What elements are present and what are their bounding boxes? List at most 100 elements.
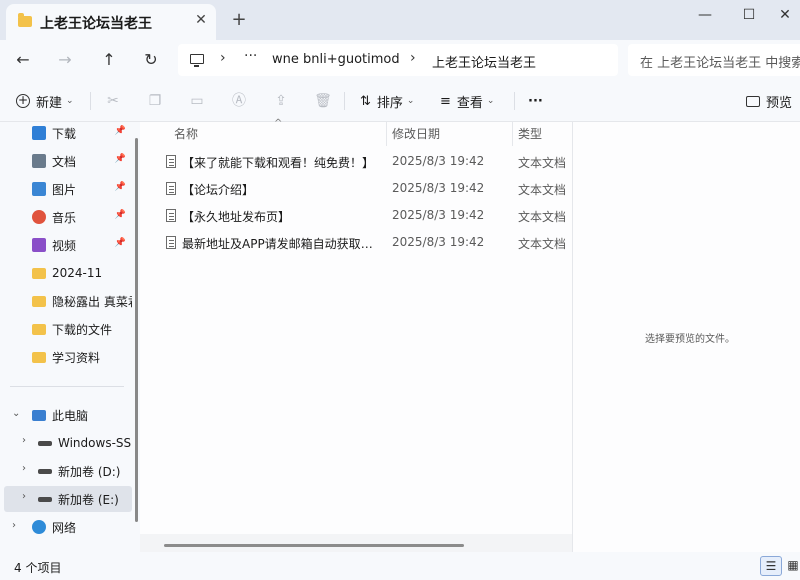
sidebar-item-drive[interactable]: › 新加卷 (D:)	[4, 458, 132, 484]
sidebar-item-quick-access[interactable]: 隐秘露出 真菜君	[4, 288, 132, 314]
sidebar-item-quick-access[interactable]: 下载 📌	[4, 122, 132, 146]
drive-icon	[38, 468, 52, 474]
sidebar-item-quick-access[interactable]: 音乐 📌	[4, 204, 132, 230]
text-document-icon	[166, 182, 176, 195]
tab-title: 上老王论坛当老王	[40, 16, 152, 32]
sidebar-item-label: 视频	[52, 238, 77, 253]
sidebar-item-drive[interactable]: › Windows-SSD	[4, 430, 132, 456]
file-list: ^ 名称 修改日期 类型 【来了就能下载和观看！纯免费！】 2025/8/3 19…	[140, 118, 572, 552]
drive-icon	[38, 496, 52, 502]
sidebar-item-label: 下载	[52, 126, 77, 141]
sidebar-divider	[10, 386, 124, 387]
sidebar-item-drive[interactable]: › 新加卷 (E:)	[4, 486, 132, 512]
delete-icon[interactable]: 🗑	[314, 92, 332, 110]
computer-icon	[32, 409, 46, 421]
address-bar[interactable]: › ··· wne bnli+guotimod › 上老王论坛当老王	[178, 44, 618, 76]
sidebar-item-quick-access[interactable]: 下载的文件	[4, 316, 132, 342]
folder-icon	[32, 267, 46, 279]
rename-icon[interactable]: Ⓐ	[230, 92, 248, 110]
file-row[interactable]: 最新地址及APP请发邮箱自动获取！... 2025/8/3 19:42 文本文档	[160, 232, 570, 259]
close-window-button[interactable]: ✕	[770, 4, 800, 26]
sidebar-item-this-pc[interactable]: ⌄ 此电脑	[4, 402, 132, 428]
details-view-button[interactable]: ☰	[760, 556, 782, 576]
download-icon	[32, 126, 46, 140]
column-header-date[interactable]: 修改日期	[392, 124, 440, 150]
sidebar-item-label: 下载的文件	[52, 322, 113, 337]
view-label: 查看	[456, 95, 483, 111]
status-bar: 4 个项目 ☰ ▦	[0, 552, 800, 580]
tab-close-button[interactable]: ✕	[192, 11, 210, 29]
file-date: 2025/8/3 19:42	[392, 181, 485, 195]
breadcrumb-overflow-button[interactable]: ···	[244, 48, 257, 64]
breadcrumb-item[interactable]: wne bnli+guotimod	[272, 52, 400, 67]
breadcrumb-item-current[interactable]: 上老王论坛当老王	[432, 52, 536, 71]
up-button[interactable]: ↑	[96, 48, 122, 72]
pin-icon: 📌	[114, 126, 126, 136]
new-tab-button[interactable]: +	[228, 10, 250, 32]
horizontal-scrollbar-track[interactable]	[140, 534, 572, 552]
maximize-button[interactable]: ☐	[734, 4, 764, 26]
sidebar-item-network[interactable]: › 网络	[4, 514, 132, 540]
this-pc-icon[interactable]	[190, 54, 204, 67]
sidebar-item-label: 网络	[52, 520, 77, 535]
breadcrumb-separator-icon[interactable]: ›	[220, 50, 226, 66]
network-icon	[32, 520, 46, 534]
sidebar-item-quick-access[interactable]: 2024-11	[4, 260, 132, 286]
divider	[90, 92, 91, 110]
file-type: 文本文档	[518, 156, 567, 170]
refresh-button[interactable]: ↻	[138, 48, 164, 72]
chevron-right-icon[interactable]: ›	[22, 435, 26, 446]
copy-icon[interactable]: ❐	[146, 92, 164, 110]
file-row[interactable]: 【论坛介绍】 2025/8/3 19:42 文本文档	[160, 178, 570, 205]
chevron-right-icon[interactable]: ›	[22, 463, 26, 474]
sidebar-item-label: 音乐	[52, 210, 77, 225]
sort-label: 排序	[376, 95, 403, 111]
share-icon[interactable]: ⇪	[272, 92, 290, 110]
sidebar-item-label: 文档	[52, 154, 77, 169]
pin-icon: 📌	[114, 182, 126, 192]
chevron-right-icon[interactable]: ›	[22, 491, 26, 502]
forward-button[interactable]: →	[52, 48, 78, 72]
pin-icon: 📌	[114, 238, 126, 248]
documents-icon	[32, 154, 46, 168]
chevron-down-icon[interactable]: ⌄	[12, 408, 20, 419]
file-name: 【论坛介绍】	[182, 183, 255, 197]
back-button[interactable]: ←	[10, 48, 36, 72]
file-row[interactable]: 【永久地址发布页】 2025/8/3 19:42 文本文档	[160, 205, 570, 232]
tiles-view-button[interactable]: ▦	[782, 556, 800, 576]
breadcrumb-separator-icon[interactable]: ›	[410, 50, 416, 66]
minimize-button[interactable]: —	[690, 4, 720, 26]
column-divider[interactable]	[512, 122, 513, 146]
preview-pane-button[interactable]: 预览	[746, 90, 792, 112]
sidebar-scrollbar[interactable]	[135, 138, 138, 522]
sidebar-item-quick-access[interactable]: 文档 📌	[4, 148, 132, 174]
view-icon: ≡	[440, 93, 451, 109]
tab-current-folder[interactable]: 上老王论坛当老王 ✕	[6, 4, 216, 40]
search-placeholder: 在 上老王论坛当老王 中搜索	[640, 56, 800, 71]
sidebar-item-quick-access[interactable]: 学习资料	[4, 344, 132, 370]
new-button[interactable]: + 新建 ⌄	[16, 90, 74, 112]
horizontal-scrollbar-thumb[interactable]	[164, 544, 464, 547]
pin-icon: 📌	[114, 154, 126, 164]
sidebar-item-label: 隐秘露出 真菜君	[52, 294, 132, 309]
column-header-name[interactable]: 名称	[174, 124, 198, 150]
file-row[interactable]: 【来了就能下载和观看！纯免费！】 2025/8/3 19:42 文本文档	[160, 151, 570, 178]
search-input[interactable]: 在 上老王论坛当老王 中搜索	[628, 44, 800, 76]
text-document-icon	[166, 155, 176, 168]
sidebar-item-quick-access[interactable]: 图片 📌	[4, 176, 132, 202]
column-divider[interactable]	[386, 122, 387, 146]
chevron-down-icon: ⌄	[66, 96, 74, 106]
sidebar-item-quick-access[interactable]: 视频 📌	[4, 232, 132, 258]
view-button[interactable]: ≡ 查看 ⌄	[440, 90, 494, 112]
file-type: 文本文档	[518, 210, 567, 224]
folder-icon	[32, 323, 46, 335]
sort-button[interactable]: ⇅ 排序 ⌄	[360, 90, 414, 112]
cut-icon[interactable]: ✂	[104, 92, 122, 110]
column-header-type[interactable]: 类型	[518, 124, 542, 150]
chevron-right-icon[interactable]: ›	[12, 520, 16, 531]
divider	[514, 92, 515, 110]
paste-icon[interactable]: ▭	[188, 92, 206, 110]
more-options-button[interactable]: ···	[528, 90, 543, 112]
drive-icon	[38, 440, 52, 446]
sort-ascending-icon: ^	[274, 118, 283, 129]
